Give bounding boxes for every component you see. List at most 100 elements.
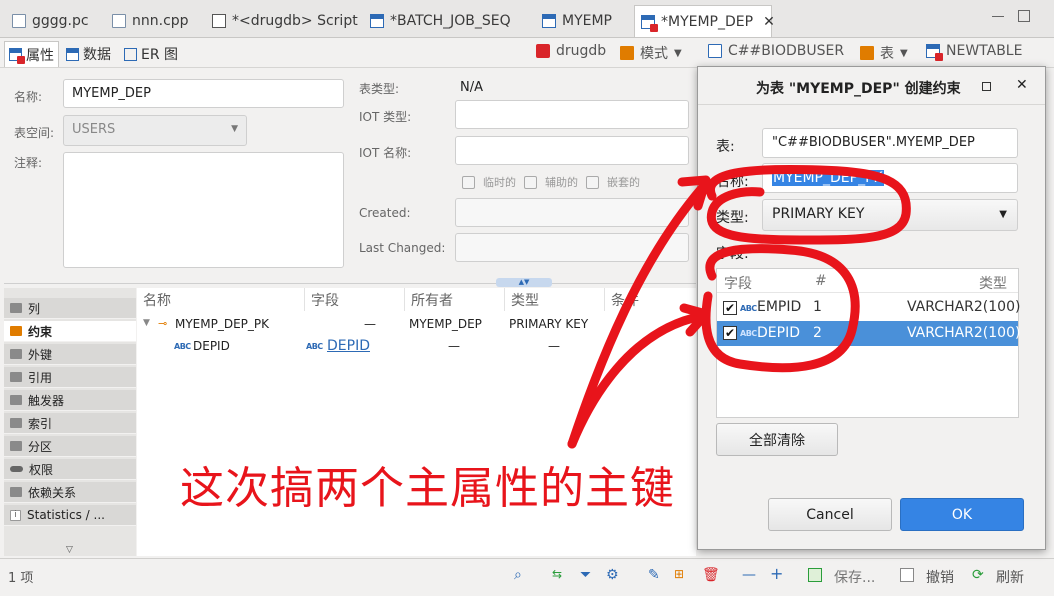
tab-myemp[interactable]: MYEMP <box>536 6 618 36</box>
schema-folder-icon <box>620 46 634 60</box>
constraint-name-input[interactable]: MYEMP_DEP_PK <box>762 163 1018 193</box>
column-field-link[interactable]: DEPID <box>327 338 370 354</box>
folder-icon <box>10 487 22 497</box>
cancel-button[interactable]: 撤销 <box>926 567 954 587</box>
tab-label: *<drugdb> Script <box>232 13 358 29</box>
revert-icon[interactable] <box>900 568 914 582</box>
ok-button[interactable]: OK <box>900 498 1024 531</box>
schema-icon <box>708 44 722 58</box>
tab-properties[interactable]: 属性 <box>4 41 59 67</box>
column-header-field[interactable]: 字段 <box>724 273 752 293</box>
grid-icon <box>66 47 79 61</box>
nav-dependencies[interactable]: 依赖关系 <box>4 482 136 503</box>
tab-myemp-dep[interactable]: *MYEMP_DEP ✕ <box>634 5 775 37</box>
comment-textarea[interactable] <box>63 152 344 268</box>
add-row-icon[interactable]: ⊞ <box>674 567 684 581</box>
column-header-name[interactable]: 名称 <box>137 288 305 311</box>
breadcrumb-connection[interactable]: drugdb <box>536 43 606 59</box>
chevron-down-icon[interactable]: ▼ <box>674 48 682 59</box>
tab-nnn-cpp[interactable]: nnn.cpp <box>106 6 195 36</box>
table-input[interactable]: "C##BIODBUSER".MYEMP_DEP <box>762 128 1018 158</box>
text-column-icon: ABC <box>174 342 191 351</box>
file-icon <box>12 14 26 28</box>
close-icon[interactable]: ✕ <box>1016 77 1028 93</box>
tablespace-select[interactable]: USERS ▼ <box>63 115 247 146</box>
column-header-field[interactable]: 字段 <box>305 288 405 311</box>
edit-icon[interactable]: ✎ <box>648 567 660 583</box>
empid-checkbox[interactable]: ✔ <box>723 301 737 315</box>
tab-drugdb-script[interactable]: *<drugdb> Script <box>206 6 364 36</box>
column-header-type[interactable]: 类型 <box>505 288 605 311</box>
temporary-checkbox[interactable] <box>462 175 475 189</box>
type-value: PRIMARY KEY <box>772 206 865 222</box>
tablespace-value: USERS <box>72 122 116 137</box>
tab-gggg-pc[interactable]: gggg.pc <box>6 6 95 36</box>
field-number: 1 <box>813 299 822 315</box>
breadcrumb-schema-value[interactable]: C##BIODBUSER <box>708 43 844 59</box>
chevron-down-icon[interactable]: ▽ <box>66 545 73 555</box>
tab-er-diagram[interactable]: ER 图 <box>120 41 182 67</box>
iot-type-input[interactable] <box>455 100 689 129</box>
nav-triggers[interactable]: 触发器 <box>4 390 136 411</box>
last-changed-label: Last Changed: <box>359 241 446 255</box>
breadcrumb-table[interactable]: 表 ▼ <box>860 43 908 63</box>
field-row-empid[interactable]: ✔ ABC EMPID 1 VARCHAR2(100) <box>717 296 1020 320</box>
secondary-checkbox[interactable] <box>524 175 537 189</box>
iot-name-input[interactable] <box>455 136 689 165</box>
column-header-number[interactable]: # <box>815 273 827 289</box>
export-icon[interactable]: ⇆ <box>552 567 562 581</box>
maximize-icon[interactable] <box>982 82 991 91</box>
editor-tab-bar: gggg.pc nnn.cpp *<drugdb> Script *BATCH_… <box>0 0 1054 38</box>
dialog-titlebar[interactable]: 为表 "MYEMP_DEP" 创建约束 ✕ <box>698 67 1045 105</box>
folder-icon <box>10 303 22 313</box>
tab-data[interactable]: 数据 <box>62 41 115 67</box>
delete-icon[interactable]: 🗑 <box>702 567 720 583</box>
column-header-owner[interactable]: 所有者 <box>405 288 505 311</box>
minimize-icon[interactable] <box>992 16 1004 18</box>
nav-indexes[interactable]: 索引 <box>4 413 136 434</box>
field-row-depid[interactable]: ✔ ABC DEPID 2 VARCHAR2(100) <box>717 321 1020 346</box>
name-input[interactable]: MYEMP_DEP <box>63 79 344 108</box>
nav-partitions[interactable]: 分区 <box>4 436 136 457</box>
folder-icon <box>10 395 22 405</box>
nested-checkbox[interactable] <box>586 175 599 189</box>
tab-label: MYEMP <box>562 13 612 29</box>
column-owner: — <box>448 339 460 353</box>
plus-icon[interactable]: + <box>770 564 783 583</box>
close-icon[interactable]: ✕ <box>763 14 775 30</box>
depid-checkbox[interactable]: ✔ <box>723 326 737 340</box>
refresh-button[interactable]: 刷新 <box>996 567 1024 587</box>
nav-permissions[interactable]: 权限 <box>4 459 136 480</box>
tab-label: 属性 <box>26 47 54 64</box>
breadcrumb-table-value[interactable]: NEWTABLE <box>926 43 1023 61</box>
tab-batch-job-seq[interactable]: *BATCH_JOB_SEQ <box>364 6 517 36</box>
breadcrumb-schema[interactable]: 模式 ▼ <box>620 43 682 63</box>
nav-references[interactable]: 引用 <box>4 367 136 388</box>
maximize-icon[interactable] <box>1018 10 1030 22</box>
refresh-icon[interactable]: ⟳ <box>972 567 984 583</box>
clear-all-button[interactable]: 全部清除 <box>716 423 838 456</box>
comment-label: 注释: <box>14 156 43 170</box>
save-icon[interactable] <box>808 568 822 582</box>
constraint-type-select[interactable]: PRIMARY KEY ▼ <box>762 199 1018 231</box>
cancel-button[interactable]: Cancel <box>768 498 892 531</box>
script-icon <box>212 14 226 28</box>
last-changed-input <box>455 233 689 262</box>
nav-label: 外键 <box>28 347 53 362</box>
search-icon[interactable]: ⌕ <box>514 567 522 583</box>
nav-statistics[interactable]: i Statistics / ... <box>4 505 136 526</box>
filter-icon[interactable]: ⏷ <box>580 567 591 583</box>
column-header-type[interactable]: 类型 <box>979 273 1007 293</box>
table-name: NEWTABLE <box>946 43 1023 59</box>
nav-constraints[interactable]: 约束 <box>4 321 136 342</box>
chevron-down-icon[interactable]: ▼ <box>900 48 908 59</box>
panel-splitter[interactable] <box>4 283 696 287</box>
minus-icon[interactable]: — <box>742 567 756 583</box>
nav-foreign-keys[interactable]: 外键 <box>4 344 136 365</box>
splitter-toggle-icon[interactable]: ▲▼ <box>496 278 552 287</box>
save-button[interactable]: 保存... <box>834 567 875 587</box>
nav-columns[interactable]: 列 <box>4 298 136 319</box>
column-header-condition[interactable]: 条件 <box>605 288 696 311</box>
gear-icon[interactable]: ⚙ <box>606 567 619 583</box>
expand-icon[interactable]: ▼ <box>143 318 150 328</box>
